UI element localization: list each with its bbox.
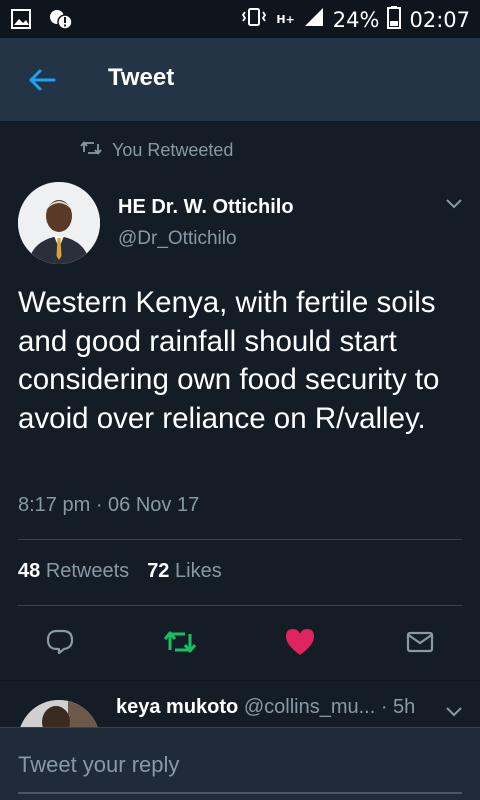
reply-icon (46, 629, 74, 655)
notification-alert-icon (48, 8, 74, 34)
share-button[interactable] (400, 622, 440, 662)
retweet-context: You Retweeted (80, 140, 233, 161)
network-type: H+ (276, 13, 295, 26)
retweets-stat[interactable]: 48 Retweets (18, 560, 129, 583)
like-button[interactable] (280, 622, 320, 662)
reply-options-button[interactable] (444, 704, 464, 720)
back-arrow-icon (29, 69, 56, 91)
likes-stat[interactable]: 72 Likes (147, 560, 222, 583)
retweet-icon (163, 631, 197, 653)
retweets-label: Retweets (45, 560, 130, 582)
chevron-down-icon (446, 199, 462, 209)
author-handle[interactable]: @Dr_Ottichilo (118, 228, 237, 250)
retweet-button[interactable] (160, 622, 200, 662)
author-avatar[interactable] (18, 182, 100, 264)
reply-author-meta: @collins_mu... · 5h (243, 696, 416, 718)
tweet-timestamp: 8:17 pm · 06 Nov 17 (18, 494, 200, 516)
reply-author-name[interactable]: keya mukoto (116, 696, 238, 718)
input-underline (18, 792, 462, 794)
reply-header: keya mukoto @collins_mu... · 5h (116, 696, 415, 719)
tweet-text: Western Kenya, with fertile soils and go… (18, 286, 440, 435)
mail-icon (406, 631, 434, 653)
person-portrait-icon (18, 182, 100, 264)
gallery-icon (10, 8, 32, 34)
retweet-small-icon (80, 140, 102, 161)
likes-count: 72 (147, 560, 170, 582)
reply-button[interactable] (40, 622, 80, 662)
signal-icon (303, 6, 325, 33)
app-bar: Tweet (0, 38, 480, 122)
clock: 02:07 (409, 7, 470, 32)
tweet-stats: 48 Retweets 72 Likes (18, 560, 222, 583)
page-title: Tweet (108, 64, 175, 91)
tweet-actions (0, 622, 480, 664)
battery-percent: 24% (332, 7, 380, 32)
likes-label: Likes (175, 560, 222, 582)
tweet-options-button[interactable] (444, 196, 464, 212)
divider (0, 680, 480, 681)
divider (18, 605, 462, 606)
reply-composer (0, 727, 480, 800)
divider (18, 539, 462, 540)
retweet-context-label: You Retweeted (112, 140, 234, 160)
author-name[interactable]: HE Dr. W. Ottichilo (118, 196, 294, 219)
vibrate-icon (240, 6, 268, 33)
back-button[interactable] (26, 64, 58, 96)
heart-icon (286, 629, 314, 655)
battery-icon (387, 5, 402, 34)
retweets-count: 48 (18, 560, 41, 582)
chevron-down-icon (446, 707, 462, 717)
status-bar: H+ 24% 02:07 (0, 0, 480, 38)
reply-input[interactable] (18, 750, 462, 780)
